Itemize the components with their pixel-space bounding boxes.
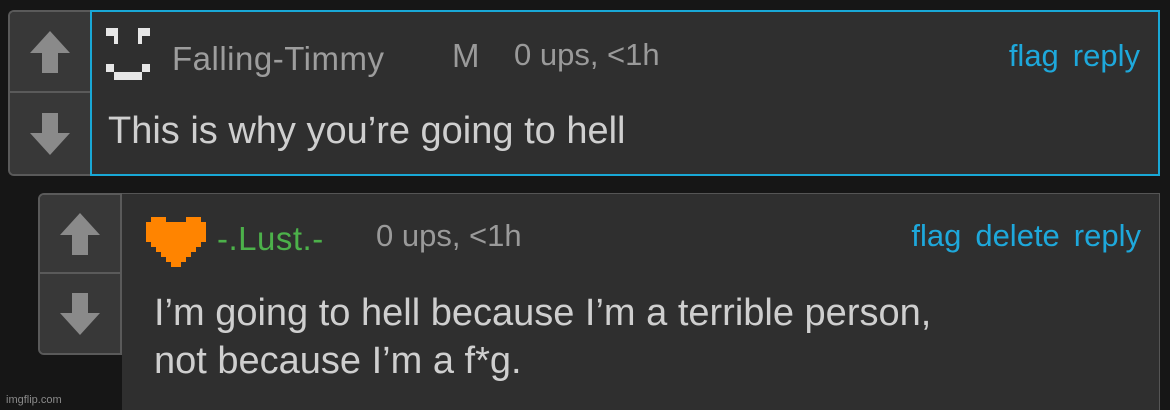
user-badge: M <box>452 37 480 74</box>
comment-text: This is why you’re going to hell <box>108 110 626 152</box>
username[interactable]: Falling-Timmy <box>172 40 384 78</box>
comment-falling-timmy: Falling-Timmy M 0 ups, <1h flag reply Th… <box>8 10 1160 176</box>
reply-link[interactable]: reply <box>1074 218 1141 254</box>
flag-link[interactable]: flag <box>911 218 961 254</box>
upvote-count: 0 ups, <1h <box>514 37 660 72</box>
arrow-up-icon <box>60 212 100 255</box>
comment-header: -.Lust.- 0 ups, <1h flag delete reply <box>122 194 1159 284</box>
delete-link[interactable]: delete <box>975 218 1059 254</box>
reply-link[interactable]: reply <box>1073 38 1140 74</box>
downvote-button[interactable] <box>10 93 90 174</box>
comment-text-line: I’m going to hell because I’m a terrible… <box>154 292 932 334</box>
vote-panel <box>8 10 90 176</box>
comment-actions: flag delete reply <box>911 218 1141 254</box>
arrow-down-icon <box>30 112 70 155</box>
pixel-smiley-icon <box>106 28 150 80</box>
username[interactable]: -.Lust.- <box>217 220 324 258</box>
downvote-button[interactable] <box>40 274 120 353</box>
pixel-heart-icon <box>146 217 206 267</box>
comment-body: Falling-Timmy M 0 ups, <1h flag reply Th… <box>90 10 1160 176</box>
arrow-up-icon <box>30 30 70 73</box>
comment-body: -.Lust.- 0 ups, <1h flag delete reply I’… <box>122 193 1160 410</box>
comment-header: Falling-Timmy M 0 ups, <1h flag reply <box>92 12 1158 102</box>
flag-link[interactable]: flag <box>1009 38 1059 74</box>
arrow-down-icon <box>60 292 100 335</box>
upvote-button[interactable] <box>40 195 120 274</box>
upvote-button[interactable] <box>10 12 90 93</box>
vote-panel <box>38 193 122 355</box>
comment-text: I’m going to hell because I’m a terrible… <box>154 289 931 385</box>
upvote-count: 0 ups, <1h <box>376 218 522 253</box>
comment-text-line: not because I’m a f*g. <box>154 340 522 382</box>
comment-actions: flag reply <box>1009 38 1140 74</box>
watermark: imgflip.com <box>6 394 62 406</box>
comment-lust: -.Lust.- 0 ups, <1h flag delete reply I’… <box>38 193 1160 410</box>
